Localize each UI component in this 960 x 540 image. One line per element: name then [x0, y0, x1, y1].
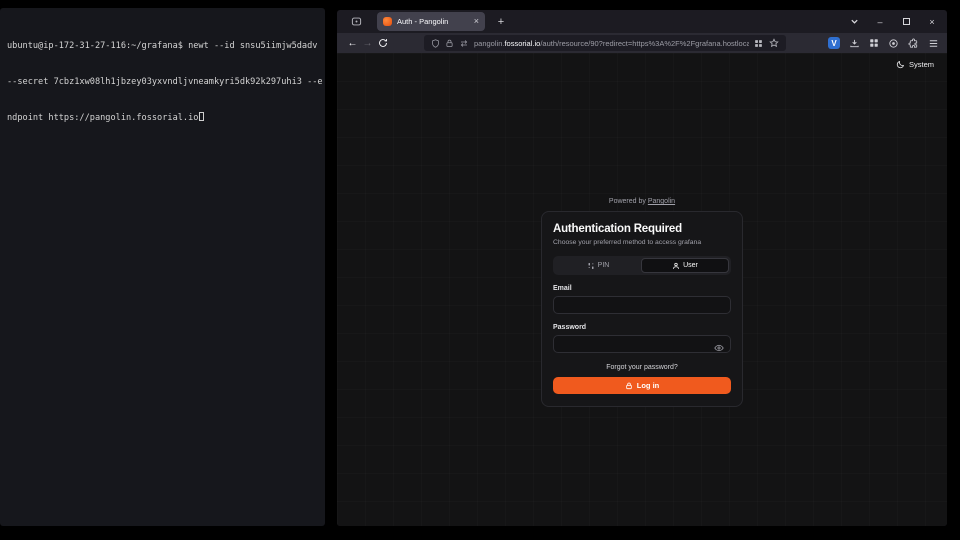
auth-page: System Powered by Pangolin Authenticatio… [337, 53, 947, 526]
email-field[interactable] [553, 296, 731, 314]
browser-window: Auth - Pangolin × + – × ← → [337, 10, 947, 526]
grid-icon[interactable] [754, 39, 763, 48]
tab-close-icon[interactable]: × [474, 17, 479, 26]
email-label: Email [553, 285, 731, 292]
new-tab-button[interactable]: + [493, 14, 509, 30]
swap-icon[interactable] [459, 39, 469, 48]
login-lock-icon [625, 382, 633, 390]
user-icon [672, 262, 680, 270]
card-subtitle: Choose your preferred method to access g… [553, 239, 731, 246]
theme-toggle[interactable]: System [896, 60, 934, 69]
tab-title: Auth - Pangolin [397, 17, 469, 26]
login-button-label: Log in [637, 381, 660, 390]
circle-extension-icon[interactable] [888, 38, 899, 49]
close-window-button[interactable]: × [925, 15, 939, 29]
list-tabs-chevron-icon[interactable] [847, 15, 861, 29]
pin-keypad-icon [587, 262, 595, 270]
url-bar[interactable]: pangolin.fossorial.io/auth/resource/90?r… [424, 35, 786, 51]
forward-button[interactable]: → [360, 36, 375, 51]
show-password-eye-icon[interactable] [714, 340, 724, 358]
auth-method-tabs: PIN User [553, 256, 731, 275]
tab-pin[interactable]: PIN [555, 258, 641, 273]
downloads-icon[interactable] [849, 38, 860, 49]
terminal-line: ndpoint https://pangolin.fossorial.io [7, 112, 318, 124]
bookmark-star-icon[interactable] [769, 38, 779, 48]
terminal-line: ubuntu@ip-172-31-27-116:~/grafana$ newt … [7, 40, 318, 52]
url-text[interactable]: pangolin.fossorial.io/auth/resource/90?r… [474, 39, 749, 48]
firefox-view-icon[interactable] [347, 14, 365, 30]
auth-card: Authentication Required Choose your pref… [541, 211, 743, 407]
login-button[interactable]: Log in [553, 377, 731, 394]
tab-pin-label: PIN [598, 262, 610, 269]
browser-toolbar: ← → pangolin.fossorial.io/auth/resource/… [337, 33, 947, 53]
browser-tab-bar: Auth - Pangolin × + – × [337, 10, 947, 33]
maximize-icon [903, 18, 910, 25]
terminal-window[interactable]: ubuntu@ip-172-31-27-116:~/grafana$ newt … [0, 8, 325, 526]
browser-tab-active[interactable]: Auth - Pangolin × [377, 12, 485, 31]
terminal-line: --secret 7cbz1xw08lh1jbzey03yxvndljvneam… [7, 76, 318, 88]
card-title: Authentication Required [553, 223, 731, 235]
shield-icon[interactable] [431, 39, 440, 48]
minimize-button[interactable]: – [873, 15, 887, 29]
lock-icon[interactable] [445, 39, 454, 48]
theme-toggle-label: System [909, 60, 934, 69]
powered-by: Powered by Pangolin [337, 198, 947, 205]
menu-hamburger-icon[interactable] [928, 38, 939, 49]
reload-button[interactable] [375, 36, 390, 51]
forgot-password-link[interactable]: Forgot your password? [553, 364, 731, 371]
back-button[interactable]: ← [345, 36, 360, 51]
pangolin-favicon [383, 17, 392, 26]
moon-icon [896, 60, 905, 69]
tab-user[interactable]: User [641, 258, 729, 273]
extensions-puzzle-icon[interactable] [908, 38, 919, 49]
maximize-button[interactable] [899, 15, 913, 29]
password-label: Password [553, 324, 731, 331]
extension-icon-blue[interactable]: V [828, 37, 840, 49]
pangolin-link[interactable]: Pangolin [648, 198, 675, 205]
grid-extension-icon[interactable] [869, 38, 879, 48]
tab-user-label: User [683, 262, 698, 269]
terminal-output: ubuntu@ip-172-31-27-116:~/grafana$ newt … [0, 8, 325, 156]
password-field[interactable] [553, 335, 731, 353]
terminal-cursor [199, 112, 204, 121]
